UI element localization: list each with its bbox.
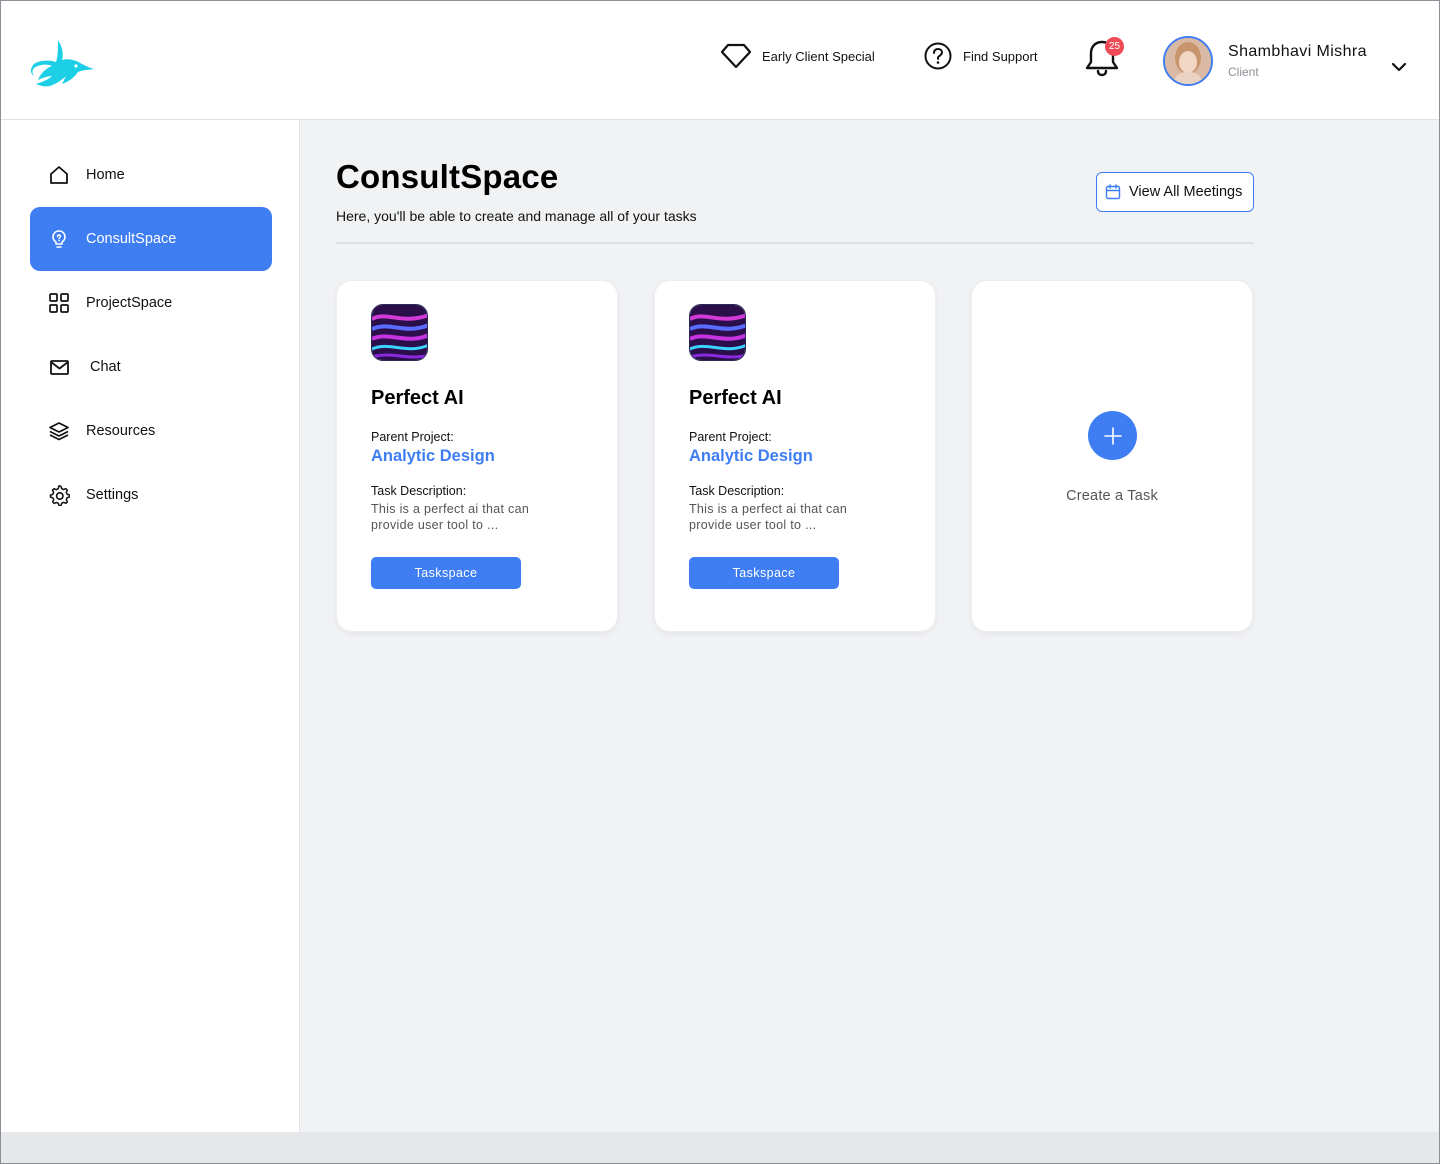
help-circle-icon <box>924 42 952 70</box>
task-description-label: Task Description: <box>689 484 785 498</box>
home-icon <box>50 166 68 184</box>
sidebar-item-consultspace[interactable]: ConsultSpace <box>30 207 272 271</box>
page-subtitle: Here, you'll be able to create and manag… <box>336 208 697 224</box>
create-task-card[interactable]: Create a Task <box>971 280 1253 632</box>
task-description: This is a perfect ai that can provide us… <box>371 502 530 532</box>
task-title: Perfect AI <box>689 387 782 409</box>
sidebar-item-label: ConsultSpace <box>86 231 177 247</box>
sidebar: Home ConsultSpace ProjectSpace Chat Reso… <box>0 120 300 1132</box>
sidebar-item-projectspace[interactable]: ProjectSpace <box>30 271 272 335</box>
task-card: Perfect AI Parent Project: Analytic Desi… <box>336 280 618 632</box>
chevron-down-icon[interactable] <box>1390 60 1408 74</box>
grid-icon <box>49 293 69 313</box>
diamond-icon <box>720 43 752 69</box>
sidebar-item-home[interactable]: Home <box>30 143 272 207</box>
layers-icon <box>49 422 69 441</box>
top-header: Early Client Special Find Support 25 Sha… <box>0 0 1440 120</box>
lightbulb-icon <box>52 230 66 248</box>
sidebar-item-chat[interactable]: Chat <box>30 335 272 399</box>
sidebar-item-label: Home <box>86 167 125 183</box>
task-thumbnail <box>371 304 428 361</box>
parent-project-link[interactable]: Analytic Design <box>371 447 495 466</box>
task-card: Perfect AI Parent Project: Analytic Desi… <box>654 280 936 632</box>
mail-icon <box>50 360 69 375</box>
plus-icon <box>1103 426 1122 445</box>
taskspace-button[interactable]: Taskspace <box>689 557 839 589</box>
parent-project-label: Parent Project: <box>371 430 454 444</box>
notification-badge: 25 <box>1105 37 1124 56</box>
page-title: ConsultSpace <box>336 158 559 195</box>
early-client-special-label: Early Client Special <box>762 48 875 64</box>
parent-project-link[interactable]: Analytic Design <box>689 447 813 466</box>
gear-icon <box>49 485 70 506</box>
find-support-link[interactable]: Find Support <box>923 40 1037 72</box>
view-all-meetings-label: View All Meetings <box>1129 184 1243 200</box>
view-all-meetings-button[interactable]: View All Meetings <box>1096 172 1254 212</box>
task-title: Perfect AI <box>371 387 464 409</box>
parent-project-label: Parent Project: <box>689 430 772 444</box>
create-task-button[interactable] <box>1088 411 1137 460</box>
create-task-label: Create a Task <box>1066 488 1158 504</box>
calendar-icon <box>1105 184 1121 200</box>
bottom-strip <box>0 1132 1440 1164</box>
find-support-label: Find Support <box>963 48 1038 64</box>
user-avatar[interactable] <box>1163 36 1213 86</box>
sidebar-item-label: Chat <box>90 359 121 375</box>
sidebar-item-resources[interactable]: Resources <box>30 399 272 463</box>
user-photo <box>1165 38 1211 84</box>
sidebar-item-label: ProjectSpace <box>86 295 173 311</box>
task-description: This is a perfect ai that can provide us… <box>689 502 848 532</box>
header-divider <box>336 242 1254 244</box>
hummingbird-logo-icon[interactable] <box>28 36 96 90</box>
early-client-special-link[interactable]: Early Client Special <box>720 40 875 72</box>
sidebar-item-settings[interactable]: Settings <box>30 463 272 527</box>
task-thumbnail <box>689 304 746 361</box>
user-name: Shambhavi Mishra <box>1228 43 1367 60</box>
task-description-label: Task Description: <box>371 484 467 498</box>
sidebar-item-label: Resources <box>86 423 156 439</box>
user-role: Client <box>1228 65 1259 79</box>
sidebar-item-label: Settings <box>86 487 139 503</box>
taskspace-button[interactable]: Taskspace <box>371 557 521 589</box>
